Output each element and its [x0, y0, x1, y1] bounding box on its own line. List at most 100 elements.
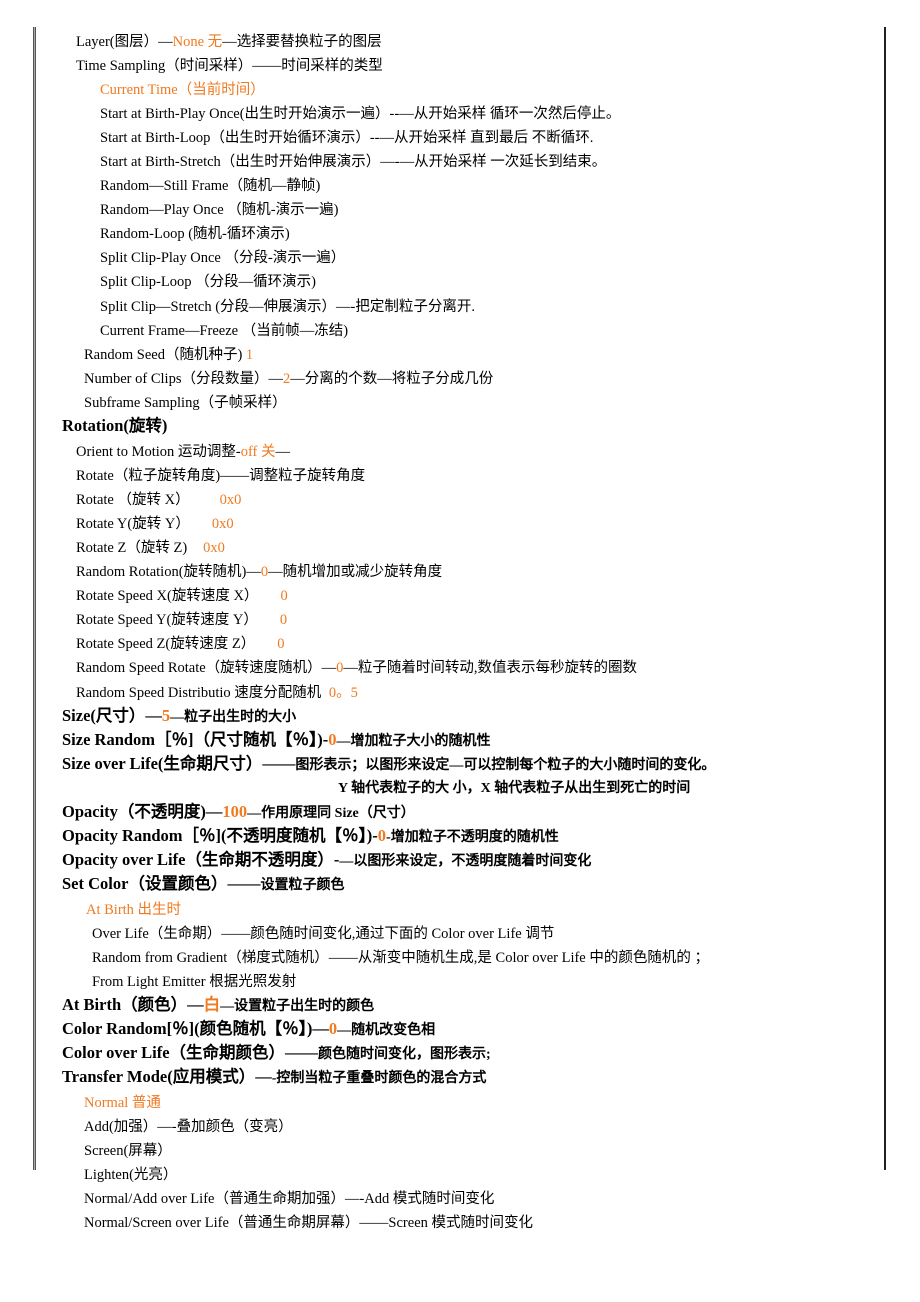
time-sampling-option: Random—Still Frame（随机—静帧): [100, 178, 321, 194]
random-speed-distribution-label: Random Speed Distributio 速度分配随机: [76, 685, 325, 701]
random-speed-distribution-value: 0。5: [328, 685, 358, 701]
random-rotation-desc: —随机增加或减少旋转角度: [268, 564, 443, 580]
transfer-mode-label: Transfer Mode(应用模式）—: [62, 1067, 272, 1086]
rotate-speed-x-value: 0: [280, 588, 288, 604]
page-border-left: [33, 27, 36, 1170]
rotate-speed-y-value: 0: [279, 612, 288, 628]
rotation-heading: Rotation(旋转): [62, 416, 168, 435]
opacity-over-life-line: Opacity over Life（生命期不透明度）-—以图形来设定，不透明度随…: [62, 850, 591, 872]
time-sampling-option: Start at Birth-Stretch（出生时开始伸展演示）—-—从开始采…: [100, 154, 607, 170]
transfer-mode-option: Screen(屏幕）: [84, 1143, 172, 1159]
rotate-x-value: 0x0: [219, 492, 242, 508]
set-color-option: Over Life（生命期）——颜色随时间变化,通过下面的 Color over…: [92, 926, 555, 942]
random-seed-label: Random Seed（随机种子): [84, 347, 246, 363]
size-line: Size(尺寸）—5—粒子出生时的大小: [62, 706, 296, 728]
transfer-mode-line: Transfer Mode(应用模式）—-控制当粒子重叠时颜色的混合方式: [62, 1067, 486, 1089]
size-desc: —粒子出生时的大小: [170, 710, 297, 725]
random-rotation-label: Random Rotation(旋转随机)—: [76, 564, 261, 580]
set-color-label: Set Color（设置颜色）——: [62, 874, 261, 893]
opacity-desc: —作用原理同 Size（尺寸）: [247, 806, 415, 821]
time-sampling-option: Start at Birth-Play Once(出生时开始演示一遍）--—从开…: [100, 106, 621, 122]
opacity-random-label: Opacity Random［％](不透明度随机【％】)-: [62, 826, 378, 845]
at-birth-line: At Birth（颜色）—白—设置粒子出生时的颜色: [62, 995, 374, 1017]
transfer-mode-option: Normal/Add over Life（普通生命期加强）—-Add 模式随时间…: [84, 1191, 495, 1207]
time-sampling-option: Split Clip-Play Once （分段-演示一遍）: [100, 250, 346, 266]
rotate-desc: Rotate（粒子旋转角度)——调整粒子旋转角度: [76, 468, 366, 484]
color-over-life-desc: 颜色随时间变化，图形表示;: [318, 1047, 491, 1062]
rotate-y-label: Rotate Y(旋转 Y）: [76, 516, 190, 532]
at-birth-desc: —设置粒子出生时的颜色: [220, 999, 375, 1014]
number-of-clips-desc: —分离的个数—将粒子分成几份: [290, 371, 494, 387]
set-color-line: Set Color（设置颜色）——设置粒子颜色: [62, 874, 344, 896]
orient-to-motion-line: Orient to Motion 运动调整-off 关—: [76, 442, 290, 462]
color-over-life-line: Color over Life（生命期颜色）——颜色随时间变化，图形表示;: [62, 1043, 491, 1065]
number-of-clips-line: Number of Clips（分段数量）—2—分离的个数—将粒子分成几份: [84, 369, 493, 389]
random-speed-rotate-line: Random Speed Rotate（旋转速度随机）—0—粒子随着时间转动,数…: [76, 658, 637, 678]
time-sampling-current: Current Time（当前时间）: [100, 82, 265, 98]
time-sampling-option: Split Clip-Loop （分段—循环演示): [100, 274, 316, 290]
layer-value: None 无: [172, 34, 223, 50]
time-sampling-option: Start at Birth-Loop（出生时开始循环演示）--—从开始采样 直…: [100, 130, 594, 146]
opacity-line: Opacity（不透明度)—100—作用原理同 Size（尺寸）: [62, 802, 415, 824]
rotate-z-label: Rotate Z（旋转 Z): [76, 540, 188, 556]
size-over-life-desc: 图形表示；以图形来设定—可以控制每个粒子的大小随时间的变化。: [295, 758, 716, 773]
at-birth-label: At Birth（颜色）—: [62, 995, 204, 1014]
size-random-desc: —增加粒子大小的随机性: [336, 734, 491, 749]
rotate-z-value: 0x0: [203, 540, 225, 556]
size-over-life-note: Y 轴代表粒子的大 小，X 轴代表粒子从出生到死亡的时间: [338, 781, 691, 796]
rotate-speed-z-line: Rotate Speed Z(旋转速度 Z） 0: [76, 634, 284, 654]
size-over-life-label: Size over Life(生命期尺寸）——: [62, 754, 296, 773]
random-speed-rotate-desc: —粒子随着时间转动,数值表示每秒旋转的圈数: [343, 660, 638, 676]
size-label: Size(尺寸）—: [62, 706, 162, 725]
set-color-current: At Birth 出生时: [86, 902, 182, 918]
rotate-speed-x-line: Rotate Speed X(旋转速度 X） 0: [76, 586, 288, 606]
layer-desc: —选择要替换粒子的图层: [222, 34, 382, 50]
page-border-right: [884, 27, 886, 1170]
opacity-random-desc: -增加粒子不透明度的随机性: [386, 830, 559, 845]
size-random-label: Size Random［％]（尺寸随机【％】)-: [62, 730, 329, 749]
size-random-line: Size Random［％]（尺寸随机【％】)-0—增加粒子大小的随机性: [62, 730, 491, 752]
orient-desc: —: [275, 444, 291, 460]
time-sampling-option: Split Clip—Stretch (分段—伸展演示）—-把定制粒子分离开.: [100, 299, 475, 315]
transfer-mode-option: Normal/Screen over Life（普通生命期屏幕）——Screen…: [84, 1215, 534, 1231]
random-speed-rotate-label: Random Speed Rotate（旋转速度随机）—: [76, 660, 337, 676]
layer-line: Layer(图层）—None 无—选择要替换粒子的图层: [76, 32, 382, 52]
rotate-speed-y-line: Rotate Speed Y(旋转速度 Y） 0: [76, 610, 287, 630]
rotate-x-line: Rotate （旋转 X） 0x0: [76, 490, 241, 510]
rotate-z-line: Rotate Z（旋转 Z) 0x0: [76, 538, 225, 558]
opacity-over-life-desc: —以图形来设定，不透明度随着时间变化: [339, 854, 592, 869]
time-sampling-option: Current Frame—Freeze （当前帧—冻结): [100, 323, 349, 339]
rotate-speed-z-value: 0: [277, 636, 285, 652]
size-over-life-line: Size over Life(生命期尺寸）——图形表示；以图形来设定—可以控制每…: [62, 754, 715, 776]
opacity-over-life-label: Opacity over Life（生命期不透明度）-: [62, 850, 340, 869]
opacity-random-line: Opacity Random［％](不透明度随机【％】)-0-增加粒子不透明度的…: [62, 826, 559, 848]
set-color-desc: 设置粒子颜色: [260, 878, 345, 893]
color-random-line: Color Random[％](颜色随机【％】)—0—随机改变色相: [62, 1019, 435, 1041]
size-value: 5: [161, 706, 171, 725]
random-seed-line: Random Seed（随机种子) 1: [84, 345, 253, 365]
time-sampling-option: Random-Loop (随机-循环演示): [100, 226, 290, 242]
random-speed-distribution-line: Random Speed Distributio 速度分配随机 0。5: [76, 683, 358, 703]
time-sampling-option: Random—Play Once （随机-演示一遍): [100, 202, 339, 218]
transfer-mode-option: Add(加强）—-叠加颜色（变亮）: [84, 1119, 293, 1135]
transfer-mode-current: Normal 普通: [84, 1095, 161, 1111]
transfer-mode-option: Lighten(光亮）: [84, 1167, 178, 1183]
subframe-sampling-label: Subframe Sampling（子帧采样）: [84, 395, 287, 411]
rotate-speed-z-label: Rotate Speed Z(旋转速度 Z）: [76, 636, 256, 652]
number-of-clips-label: Number of Clips（分段数量）—: [84, 371, 283, 387]
random-seed-value: 1: [245, 347, 254, 363]
at-birth-value: 白: [203, 995, 221, 1014]
rotate-y-line: Rotate Y(旋转 Y） 0x0: [76, 514, 234, 534]
color-over-life-label: Color over Life（生命期颜色）——: [62, 1043, 319, 1062]
size-random-value: 0: [328, 730, 337, 749]
rotate-x-label: Rotate （旋转 X）: [76, 492, 190, 508]
set-color-option: From Light Emitter 根据光照发射: [92, 974, 297, 990]
color-random-value: 0: [328, 1019, 338, 1038]
rotate-speed-x-label: Rotate Speed X(旋转速度 X）: [76, 588, 259, 604]
time-sampling-label: Time Sampling（时间采样）——时间采样的类型: [76, 58, 383, 74]
random-rotation-line: Random Rotation(旋转随机)—0—随机增加或减少旋转角度: [76, 562, 442, 582]
set-color-option: Random from Gradient（梯度式随机）——从渐变中随机生成,是 …: [92, 950, 709, 966]
orient-value: off 关: [240, 444, 276, 460]
transfer-mode-desc: -控制当粒子重叠时颜色的混合方式: [271, 1071, 487, 1086]
rotate-y-value: 0x0: [211, 516, 234, 532]
